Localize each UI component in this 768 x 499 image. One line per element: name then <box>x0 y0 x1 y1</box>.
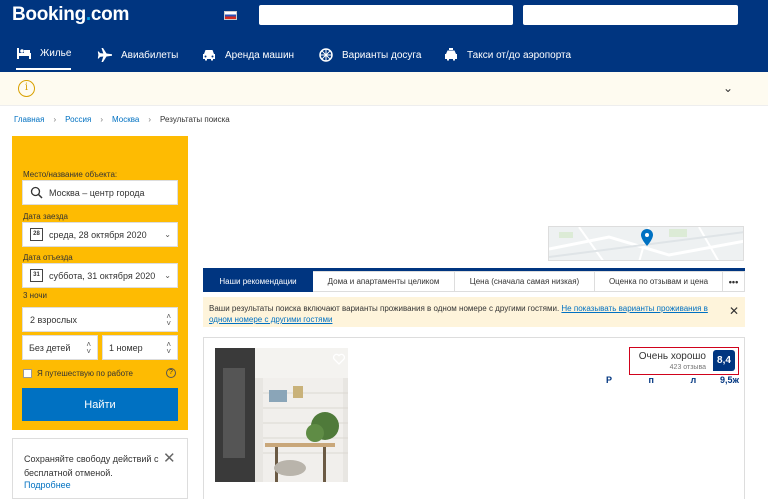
room-photo-graphic <box>215 348 348 482</box>
destination-input[interactable]: Москва – центр города <box>22 180 178 205</box>
nav-label: Жилье <box>40 47 72 59</box>
info-icon: i <box>18 80 35 97</box>
header-blank-box-2[interactable] <box>523 5 738 25</box>
property-card: Очень хорошо 423 отзыва 8,4 Р п л ж и 9,… <box>203 337 768 499</box>
search-panel: Место/название объекта: Москва – центр г… <box>12 136 188 430</box>
rooms-value: 1 номер <box>109 342 143 353</box>
site-header: Booking.com Жилье Авиабилеты Аренда маши… <box>0 0 768 72</box>
chevron-down-icon: ⌄ <box>164 230 171 239</box>
nights-count: 3 ночи <box>23 291 47 300</box>
work-trip-label: Я путешествую по работе <box>37 369 133 378</box>
checkout-value: суббота, 31 октября 2020 <box>49 270 156 281</box>
beach-rating-score: 9,5 <box>720 375 733 385</box>
map-pin-icon <box>641 229 653 246</box>
review-score-box[interactable]: Очень хорошо 423 отзыва 8,4 <box>629 347 739 375</box>
car-icon <box>203 50 215 61</box>
help-icon[interactable]: ? <box>166 368 176 378</box>
checkin-label: Дата заезда <box>23 212 68 221</box>
header-blank-box-1[interactable] <box>259 5 513 25</box>
review-count: 423 отзыва <box>669 364 706 371</box>
breadcrumb: Главная › Россия › Москва › Результаты п… <box>14 115 230 124</box>
adults-value: 2 взрослых <box>30 314 78 325</box>
logo-tld: com <box>90 4 130 25</box>
promo-text: Сохраняйте свободу действий с бесплатной… <box>24 454 159 478</box>
checkout-date-field[interactable]: 31 суббота, 31 октября 2020 ⌄ <box>22 263 178 288</box>
breadcrumb-home[interactable]: Главная <box>14 115 44 124</box>
sort-tabs: Наши рекомендации Дома и апартаменты цел… <box>203 268 745 292</box>
breadcrumb-separator: › <box>148 115 152 124</box>
search-button[interactable]: Найти <box>22 388 178 421</box>
search-icon <box>30 186 43 199</box>
property-photo[interactable] <box>215 348 348 482</box>
updown-chevron-icon: ˄ ˅ <box>166 312 171 328</box>
free-cancellation-promo: Сохраняйте свободу действий с бесплатной… <box>12 438 188 499</box>
nav-label: Такси от/до аэропорта <box>467 49 572 61</box>
bed-icon <box>17 48 31 59</box>
adults-select[interactable]: 2 взрослых ˄ ˅ <box>22 307 178 332</box>
checkin-value: среда, 28 октября 2020 <box>49 229 147 240</box>
updown-chevron-icon: ˄ ˅ <box>86 340 91 356</box>
work-trip-checkbox[interactable] <box>23 369 32 378</box>
checkin-date-field[interactable]: 28 среда, 28 октября 2020 ⌄ <box>22 222 178 247</box>
logo-main: Booking <box>12 4 86 25</box>
checkout-label: Дата отъезда <box>23 253 73 262</box>
score-word: Очень хорошо <box>638 351 706 362</box>
score-badge: 8,4 <box>713 350 735 371</box>
nav-item-car-rental[interactable]: Аренда машин <box>201 40 294 70</box>
nav-label: Варианты досуга <box>342 49 422 61</box>
tab-more[interactable]: ••• <box>723 271 745 292</box>
destination-value: Москва – центр города <box>49 187 145 198</box>
breadcrumb-separator: › <box>100 115 104 124</box>
close-icon[interactable]: ✕ <box>729 304 739 318</box>
destination-label: Место/название объекта: <box>23 170 118 179</box>
attractions-icon <box>319 48 333 62</box>
calendar-icon: 31 <box>30 269 43 282</box>
breadcrumb-current: Результаты поиска <box>160 115 230 124</box>
promo-more-link[interactable]: Подробнее <box>24 480 71 490</box>
main-nav: Жилье Авиабилеты Аренда машин Варианты д… <box>0 36 768 70</box>
heart-icon[interactable] <box>333 353 345 365</box>
breadcrumb-separator: › <box>53 115 57 124</box>
nav-item-attractions[interactable]: Варианты досуга <box>318 40 421 70</box>
nav-label: Аренда машин <box>225 49 295 61</box>
tab-rating-price[interactable]: Оценка по отзывам и цена <box>595 271 723 292</box>
calendar-icon: 28 <box>30 228 43 241</box>
rooms-select[interactable]: 1 номер ˄ ˅ <box>102 335 178 360</box>
notice-text: Ваши результаты поиска включают варианты… <box>209 304 560 313</box>
breadcrumb-city[interactable]: Москва <box>112 115 139 124</box>
children-select[interactable]: Без детей ˄ ˅ <box>22 335 98 360</box>
info-banner: i ⌄ <box>0 72 768 106</box>
children-value: Без детей <box>29 342 71 353</box>
taxi-icon <box>445 48 457 61</box>
tab-lowest-price[interactable]: Цена (сначала самая низкая) <box>455 271 595 292</box>
beach-rating-label: Р п л ж и <box>606 375 768 385</box>
breadcrumb-country[interactable]: Россия <box>65 115 91 124</box>
notice-text-block: Ваши результаты поиска включают варианты… <box>209 303 709 325</box>
nav-label: Авиабилеты <box>121 49 179 61</box>
updown-chevron-icon: ˄ ˅ <box>166 340 171 356</box>
russia-flag-icon[interactable] <box>224 11 237 20</box>
shared-rooms-notice: Ваши результаты поиска включают варианты… <box>203 297 745 327</box>
nav-item-airport-taxi[interactable]: Такси от/до аэропорта <box>443 40 571 70</box>
nav-item-stays[interactable]: Жилье <box>16 40 72 70</box>
nav-item-flights[interactable]: Авиабилеты <box>97 40 178 70</box>
tab-recommended[interactable]: Наши рекомендации <box>203 271 313 292</box>
map-thumbnail[interactable] <box>548 226 744 261</box>
plane-icon <box>97 48 112 62</box>
close-icon[interactable]: ✕ <box>163 449 176 467</box>
booking-logo[interactable]: Booking.com <box>12 4 129 26</box>
tab-entire-homes[interactable]: Дома и апартаменты целиком <box>313 271 455 292</box>
chevron-down-icon: ⌄ <box>164 271 171 280</box>
chevron-down-icon[interactable]: ⌄ <box>723 81 733 95</box>
